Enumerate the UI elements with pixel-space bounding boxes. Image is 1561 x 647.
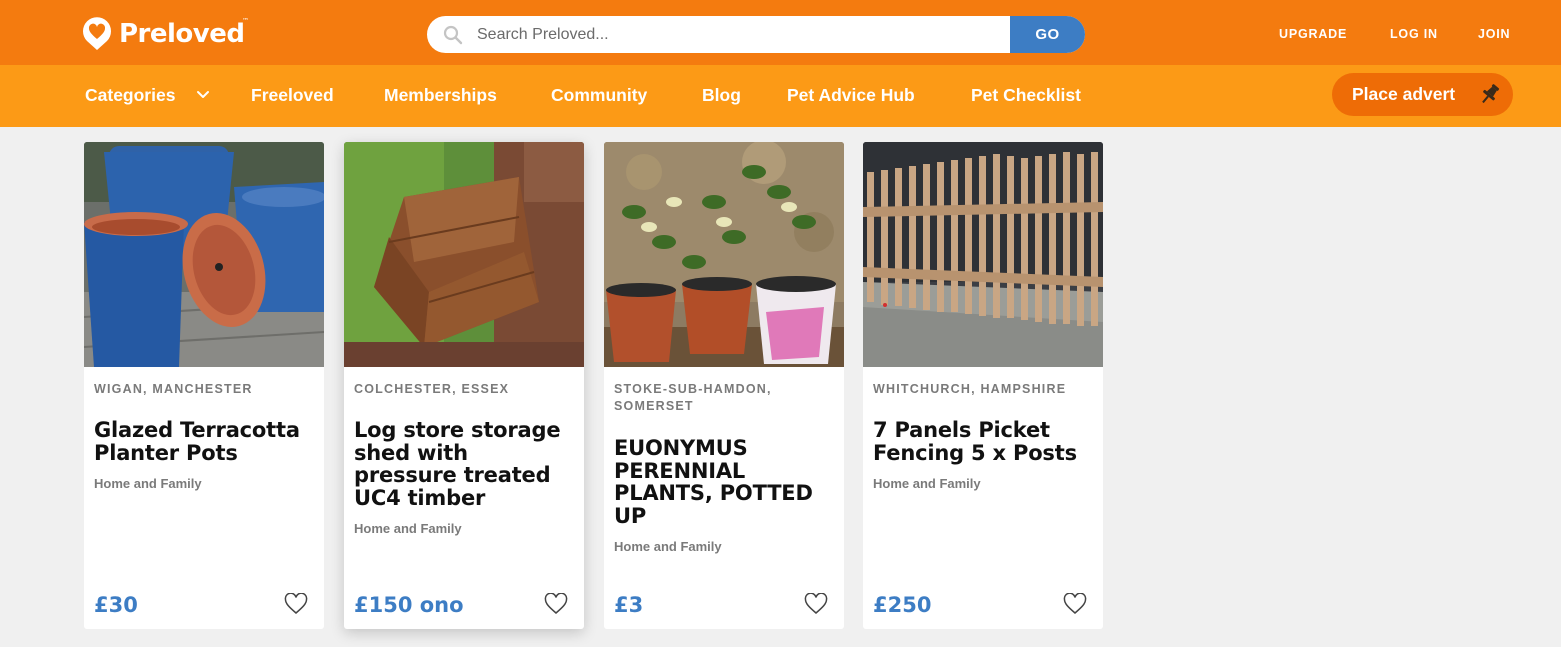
listing-category: Home and Family [873,476,981,491]
top-header: Preloved ™ GO UPGRADE LOG IN JOIN [0,0,1561,65]
listing-category: Home and Family [94,476,202,491]
search-icon [443,25,463,45]
listing-card[interactable]: COLCHESTER, ESSEX Log store storage shed… [344,142,584,629]
place-advert-button[interactable]: Place advert [1332,73,1513,116]
listing-price: £250 [873,593,932,617]
search-input[interactable] [477,16,1037,53]
listing-card[interactable]: WHITCHURCH, HAMPSHIRE 7 Panels Picket Fe… [863,142,1103,629]
upgrade-link[interactable]: UPGRADE [1279,27,1347,43]
nav-memberships[interactable]: Memberships [384,85,497,106]
join-link[interactable]: JOIN [1478,27,1510,43]
heart-pin-logo-icon [83,17,111,50]
listing-category: Home and Family [354,521,462,536]
chevron-down-icon[interactable] [196,89,210,101]
heart-favourite-icon[interactable] [284,593,308,615]
listing-card[interactable]: STOKE-SUB-HAMDON, SOMERSET EUONYMUS PERE… [604,142,844,629]
listing-title[interactable]: EUONYMUS PERENNIAL PLANTS, POTTED UP [614,437,836,527]
nav-categories[interactable]: Categories [85,85,175,106]
nav-blog[interactable]: Blog [702,85,741,106]
listing-location: WIGAN, MANCHESTER [94,382,253,396]
logo-wordmark: Preloved [119,19,245,49]
listing-price: £30 [94,593,138,617]
nav-freeloved[interactable]: Freeloved [251,85,334,106]
nav-pet-advice-hub[interactable]: Pet Advice Hub [787,85,915,106]
search-go-button[interactable]: GO [1010,16,1085,53]
listing-title[interactable]: 7 Panels Picket Fencing 5 x Posts [873,419,1095,464]
nav-pet-checklist[interactable]: Pet Checklist [971,85,1081,106]
blue-glazed-pots-photo[interactable] [84,142,324,367]
preloved-logo[interactable]: Preloved ™ [82,16,249,52]
listing-location: COLCHESTER, ESSEX [354,382,510,396]
heart-favourite-icon[interactable] [1063,593,1087,615]
picket-fence-photo[interactable] [863,142,1103,367]
listing-title[interactable]: Glazed Terracotta Planter Pots [94,419,316,464]
heart-favourite-icon[interactable] [544,593,568,615]
place-advert-label: Place advert [1352,84,1456,104]
login-link[interactable]: LOG IN [1390,27,1438,43]
search-bar: GO [427,16,1085,53]
heart-favourite-icon[interactable] [804,593,828,615]
listing-location: WHITCHURCH, HAMPSHIRE [873,382,1067,396]
trademark-symbol: ™ [242,17,249,25]
pushpin-icon [1482,84,1500,104]
potted-plants-photo[interactable] [604,142,844,367]
main-nav [0,65,1561,127]
listing-card[interactable]: WIGAN, MANCHESTER Glazed Terracotta Plan… [84,142,324,629]
nav-community[interactable]: Community [551,85,647,106]
wooden-log-store-photo[interactable] [344,142,584,367]
listing-location: STOKE-SUB-HAMDON, SOMERSET [614,382,772,413]
listing-price: £150 ono [354,593,464,617]
listing-price: £3 [614,593,644,617]
listing-category: Home and Family [614,539,722,554]
listing-title[interactable]: Log store storage shed with pressure tre… [354,419,576,509]
